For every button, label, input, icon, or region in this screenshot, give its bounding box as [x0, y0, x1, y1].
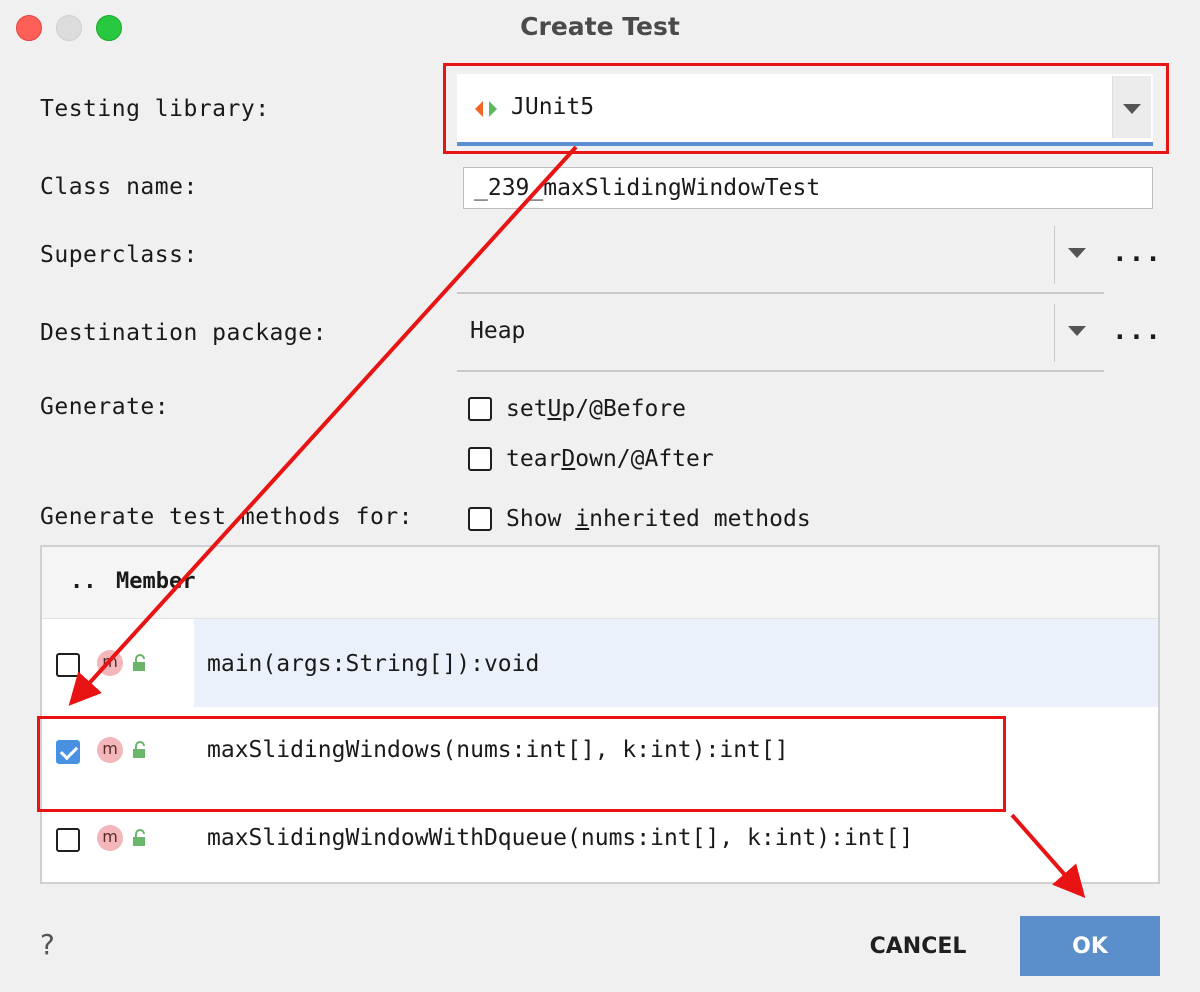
teardown-after-option[interactable]: tearDown/@After: [468, 446, 714, 472]
chevron-down-icon[interactable]: [1068, 326, 1086, 336]
class-name-input[interactable]: [464, 168, 1152, 208]
superclass-combo[interactable]: [457, 226, 1104, 294]
destination-package-browse-button[interactable]: ...: [1112, 316, 1162, 346]
testing-library-dropdown[interactable]: JUnit5: [457, 74, 1153, 146]
show-inherited-label: Show inherited methods: [506, 506, 811, 532]
chevron-down-icon: [1123, 104, 1141, 114]
destination-package-label: Destination package:: [40, 320, 327, 346]
show-inherited-option[interactable]: Show inherited methods: [468, 506, 811, 532]
member-signature: maxSlidingWindows(nums:int[], k:int):int…: [207, 737, 789, 763]
setup-before-option[interactable]: setUp/@Before: [468, 396, 686, 422]
generate-methods-label: Generate test methods for:: [40, 504, 414, 530]
method-icon: m: [97, 650, 123, 676]
check-column-header[interactable]: ..: [70, 569, 97, 594]
member-column-header[interactable]: Member: [116, 569, 195, 594]
setup-before-label: setUp/@Before: [506, 396, 687, 422]
teardown-after-checkbox[interactable]: [468, 447, 492, 471]
testing-library-dropdown-arrow[interactable]: [1112, 76, 1151, 138]
table-header: .. Member: [42, 547, 1158, 619]
ok-button[interactable]: OK: [1020, 916, 1160, 976]
show-inherited-checkbox[interactable]: [468, 507, 492, 531]
teardown-after-label: tearDown/@After: [506, 446, 714, 472]
setup-before-checkbox[interactable]: [468, 397, 492, 421]
table-row[interactable]: m main(args:String[]):void: [42, 619, 1158, 707]
member-checkbox[interactable]: [56, 828, 80, 852]
unlocked-icon: [133, 829, 145, 846]
table-row[interactable]: m maxSlidingWindowWithDqueue(nums:int[],…: [42, 795, 1158, 883]
unlocked-icon: [133, 654, 145, 671]
testing-library-value: JUnit5: [511, 94, 595, 120]
help-button[interactable]: ?: [40, 928, 55, 961]
superclass-label: Superclass:: [40, 242, 198, 268]
testing-library-label: Testing library:: [40, 96, 270, 122]
class-name-label: Class name:: [40, 174, 198, 200]
chevron-down-icon[interactable]: [1068, 248, 1086, 258]
dialog-title: Create Test: [520, 12, 680, 41]
table-row[interactable]: m maxSlidingWindows(nums:int[], k:int):i…: [42, 707, 1158, 795]
destination-package-value: Heap: [470, 318, 526, 344]
combo-separator: [1054, 226, 1055, 284]
combo-separator: [1054, 304, 1055, 362]
superclass-browse-button[interactable]: ...: [1112, 238, 1162, 268]
members-table: .. Member m main(args:String[]):void m m…: [40, 545, 1160, 884]
method-icon: m: [97, 825, 123, 851]
member-checkbox[interactable]: [56, 740, 80, 764]
generate-label: Generate:: [40, 394, 170, 420]
cancel-button[interactable]: CANCEL: [858, 918, 978, 974]
member-signature: maxSlidingWindowWithDqueue(nums:int[], k…: [207, 825, 914, 851]
destination-package-combo[interactable]: Heap: [457, 304, 1104, 372]
class-name-field[interactable]: [463, 167, 1153, 209]
method-icon: m: [97, 737, 123, 763]
junit-icon: [475, 101, 497, 117]
title-bar: Create Test: [0, 0, 1200, 54]
member-checkbox[interactable]: [56, 653, 80, 677]
unlocked-icon: [133, 741, 145, 758]
member-signature: main(args:String[]):void: [207, 651, 540, 677]
